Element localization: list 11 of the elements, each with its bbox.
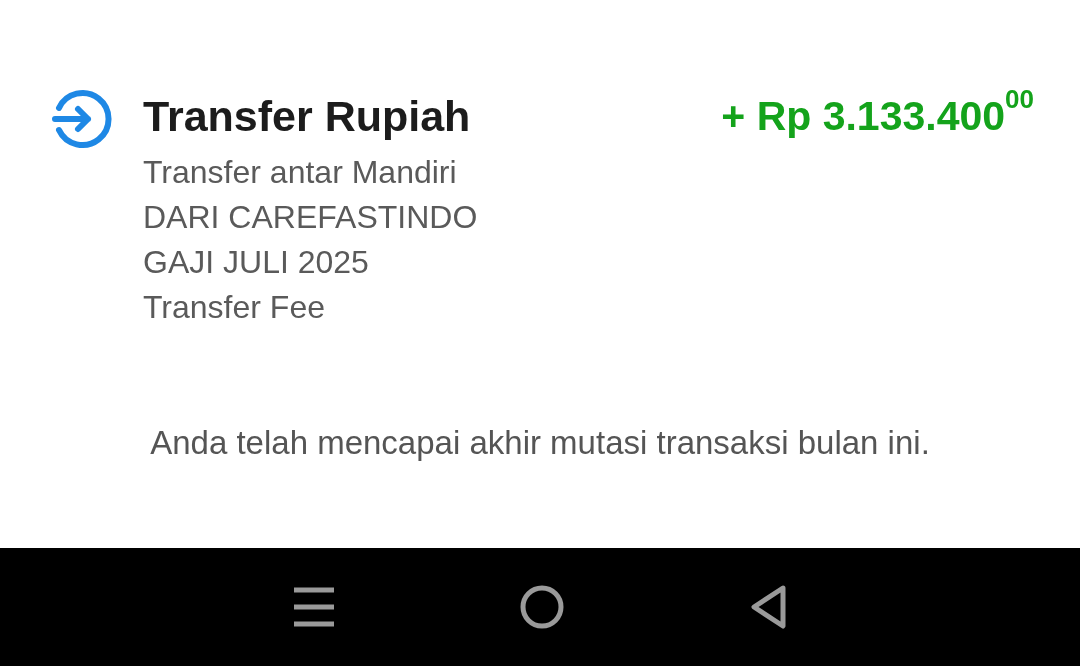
transaction-title: Transfer Rupiah xyxy=(143,91,471,142)
end-of-list-message: Anda telah mencapai akhir mutasi transaksi bulan ini. xyxy=(149,423,931,463)
home-icon[interactable] xyxy=(520,585,564,629)
transaction-detail: Transfer Fee xyxy=(143,288,326,327)
back-icon[interactable] xyxy=(749,584,788,630)
menu-icon[interactable] xyxy=(292,586,335,628)
transaction-detail: Transfer antar Mandiri xyxy=(143,153,458,192)
transfer-in-icon xyxy=(50,88,112,150)
transaction-amount: + Rp 3.133.400$^{00}$ xyxy=(721,86,1034,141)
transaction-detail: DARI CAREFASTINDO xyxy=(143,198,479,237)
transaction-detail: GAJI JULI 2025 xyxy=(143,243,370,282)
